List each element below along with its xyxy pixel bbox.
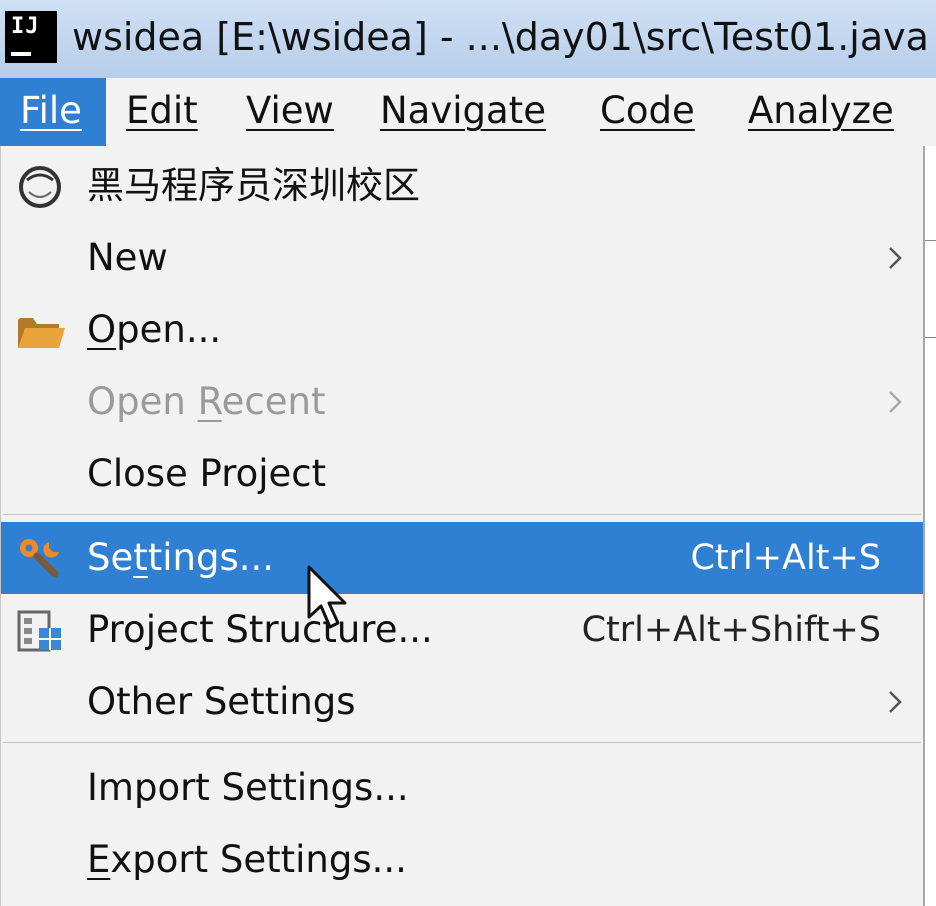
menu-item-export-settings[interactable]: Export Settings... (1, 824, 923, 896)
menu-item-heima[interactable]: 黑马程序员深圳校区 (1, 150, 923, 222)
chevron-right-icon (889, 247, 902, 269)
menu-item-label: Open Recent (87, 380, 326, 423)
menu-view-label: View (246, 89, 334, 132)
menu-item-label: Open... (87, 308, 222, 351)
menu-item-label: Project Structure... (87, 608, 433, 651)
circle-logo-icon (19, 166, 61, 208)
menu-item-settings[interactable]: Settings... Ctrl+Alt+S (1, 522, 923, 594)
menu-file[interactable]: File (0, 78, 106, 146)
menu-item-shortcut: Ctrl+Alt+Shift+S (581, 610, 881, 650)
menu-item-label: 黑马程序员深圳校区 (87, 164, 420, 207)
menu-navigate-label: Navigate (380, 89, 546, 132)
menu-item-close-project[interactable]: Close Project (1, 438, 923, 510)
project-structure-icon (17, 610, 61, 652)
window-title-bar: IJ wsidea [E:\wsidea] - ...\day01\src\Te… (0, 0, 936, 79)
menu-item-project-structure[interactable]: Project Structure... Ctrl+Alt+Shift+S (1, 594, 923, 666)
menu-item-new[interactable]: New (1, 222, 923, 294)
window-title: wsidea [E:\wsidea] - ...\day01\src\Test0… (72, 15, 929, 59)
menu-item-open-recent[interactable]: Open Recent (1, 366, 923, 438)
menu-item-label: Settings... (87, 536, 275, 579)
menu-item-label: New (87, 236, 168, 279)
menu-code-label: Code (600, 89, 695, 132)
menu-item-label: Export Settings... (87, 838, 407, 881)
menu-edit-label: Edit (126, 89, 198, 132)
menu-analyze[interactable]: Analyze (748, 78, 894, 146)
chevron-right-icon (889, 691, 902, 713)
menu-bar: File Edit View Navigate Code Analyze (0, 78, 936, 147)
mouse-cursor-icon (307, 565, 347, 629)
menu-edit[interactable]: Edit (126, 78, 198, 146)
menu-separator (3, 742, 921, 743)
menu-item-other-settings[interactable]: Other Settings (1, 666, 923, 738)
menu-item-label: Import Settings... (87, 766, 409, 809)
menu-item-open[interactable]: Open... (1, 294, 923, 366)
logo-text: IJ (11, 14, 40, 39)
chevron-right-icon (889, 391, 902, 413)
menu-file-label: File (20, 89, 82, 132)
menu-navigate[interactable]: Navigate (380, 78, 546, 146)
settings-wrench-icon (20, 539, 59, 578)
file-menu-dropdown: 黑马程序员深圳校区 New Open... Open Recent Close … (0, 146, 925, 906)
folder-icon (18, 318, 65, 348)
menu-item-label: Close Project (87, 452, 327, 495)
editor-area-edge (924, 146, 936, 906)
menu-analyze-label: Analyze (748, 89, 894, 132)
menu-item-import-settings[interactable]: Import Settings... (1, 752, 923, 824)
menu-separator (3, 514, 921, 515)
menu-code[interactable]: Code (600, 78, 695, 146)
menu-item-label: Other Settings (87, 680, 356, 723)
menu-item-shortcut: Ctrl+Alt+S (690, 538, 881, 578)
menu-view[interactable]: View (246, 78, 334, 146)
intellij-logo-icon: IJ (5, 11, 57, 63)
